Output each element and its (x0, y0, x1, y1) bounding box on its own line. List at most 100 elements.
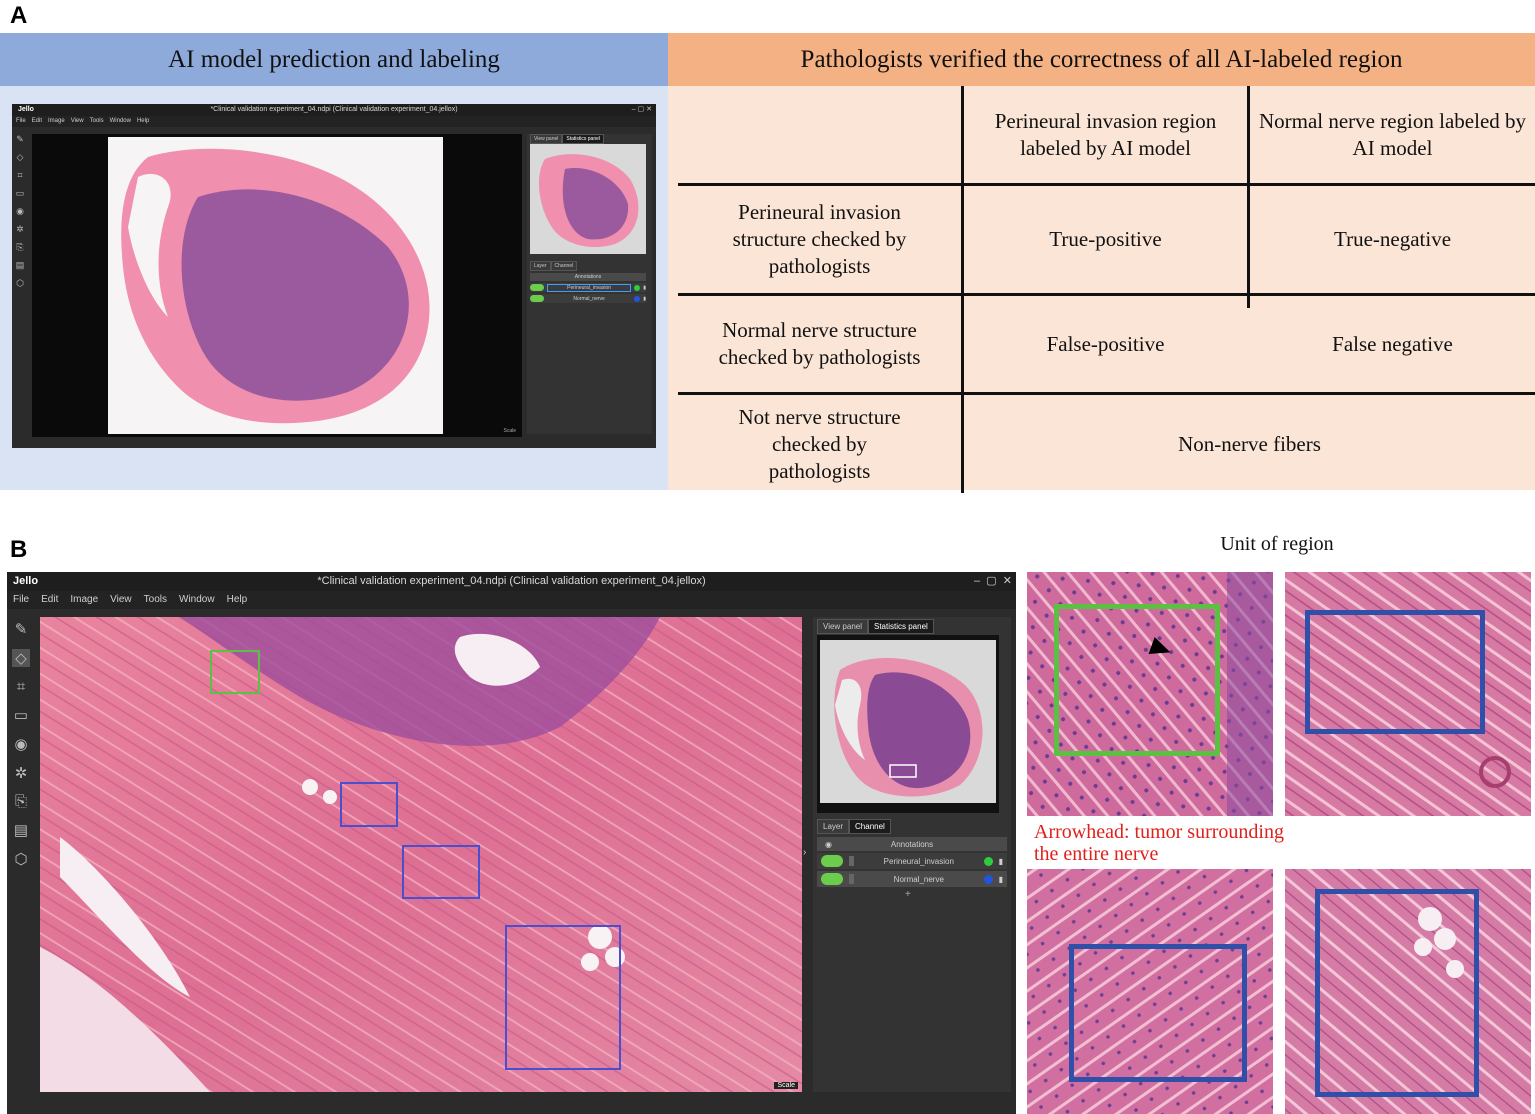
menu-view[interactable]: View (71, 116, 84, 127)
eye-icon[interactable]: ◉ (16, 206, 24, 217)
overview-thumbnail[interactable] (530, 144, 646, 254)
eye-icon[interactable]: ◉ (14, 735, 27, 753)
eraser-icon[interactable]: ◇ (17, 152, 24, 163)
layer-toggle[interactable] (530, 295, 544, 302)
menu-image[interactable]: Image (48, 116, 65, 127)
close-icon[interactable]: ✕ (646, 106, 652, 113)
trash-icon[interactable]: ▮ (999, 857, 1007, 866)
title-bar: Jello *Clinical validation experiment_04… (7, 572, 1016, 591)
scale-readout: Scale (503, 428, 516, 434)
tab-layer[interactable]: Layer (817, 819, 850, 834)
layer-name[interactable]: Perineural_invasion (860, 857, 978, 866)
menu-tools[interactable]: Tools (144, 591, 167, 609)
cube-icon[interactable]: ⬡ (16, 278, 24, 289)
menu-image[interactable]: Image (70, 591, 98, 609)
close-icon[interactable]: ✕ (1003, 575, 1012, 587)
chevron-right-icon[interactable]: › (803, 847, 806, 858)
layer-toggle[interactable] (821, 873, 843, 885)
slide-viewer[interactable]: Scale (32, 134, 522, 437)
layer-row[interactable]: Normal_nerve ▮ (817, 871, 1007, 887)
menu-window[interactable]: Window (110, 116, 131, 127)
app-logo: Jello (18, 106, 34, 113)
menu-file[interactable]: File (16, 116, 26, 127)
menu-window[interactable]: Window (179, 591, 215, 609)
restore-icon[interactable]: ▢ (638, 106, 645, 113)
layer-name[interactable]: Perineural_invasion (547, 283, 632, 292)
overview-thumbnail[interactable] (820, 640, 996, 803)
menu-view[interactable]: View (110, 591, 132, 609)
tab-statistics-panel[interactable]: Statistics panel (562, 134, 605, 144)
cell-false-negative: False negative (1332, 331, 1453, 356)
pathologist-verification-header: Pathologists verified the correctness of… (668, 33, 1535, 86)
menu-file[interactable]: File (13, 591, 29, 609)
window-controls[interactable]: – ▢ ✕ (974, 572, 1012, 591)
cube-icon[interactable]: ⬡ (14, 850, 27, 868)
pencil-icon[interactable]: ✎ (15, 620, 28, 638)
tab-view-panel[interactable]: View panel (530, 134, 563, 144)
layer-row[interactable]: Perineural_invasion ▮ (530, 283, 646, 292)
panel-tabs: View panel Statistics panel (530, 134, 605, 144)
slide-viewer[interactable]: Scale (40, 617, 802, 1092)
caption-line-1: Arrowhead: tumor surrounding (1034, 821, 1284, 843)
window-controls[interactable]: – ▢ ✕ (632, 104, 652, 116)
cell-true-positive: True-positive (1049, 227, 1162, 251)
eraser-icon[interactable]: ◇ (12, 649, 30, 667)
normal-nerve-box[interactable] (402, 845, 480, 899)
perineural-invasion-box[interactable] (210, 650, 260, 694)
layer-row[interactable]: Normal_nerve ▮ (530, 294, 646, 303)
region-tile-normal (1027, 869, 1273, 1114)
drag-handle-icon[interactable] (849, 856, 854, 866)
app-window-small: Jello *Clinical validation experiment_04… (12, 104, 656, 448)
col-header-perineural: Perineural invasion region labeled by AI… (994, 108, 1217, 160)
export-icon[interactable]: ⎘ (16, 242, 23, 253)
menu-edit[interactable]: Edit (41, 591, 58, 609)
annotations-label: Annotations (574, 274, 602, 280)
panel-b-letter: B (10, 536, 28, 563)
drag-handle-icon[interactable] (849, 874, 854, 884)
minimize-icon[interactable]: – (632, 106, 636, 113)
crop-icon[interactable]: ⌗ (17, 170, 22, 181)
menu-help[interactable]: Help (227, 591, 248, 609)
side-panel: View panel Statistics panel Layer Channe… (527, 134, 652, 434)
layer-toggle[interactable] (821, 855, 843, 867)
add-layer-button[interactable]: + (905, 889, 911, 900)
verification-table: Perineural invasion region labeled by AI… (668, 86, 1535, 493)
tab-channel[interactable]: Channel (849, 819, 891, 834)
cell-true-negative: True-negative (1333, 227, 1452, 251)
rectangle-icon[interactable]: ▭ (16, 188, 25, 199)
tab-view-panel[interactable]: View panel (817, 619, 868, 634)
settings-icon[interactable]: ✲ (15, 764, 28, 782)
restore-icon[interactable]: ▢ (986, 575, 996, 587)
window-title: *Clinical validation experiment_04.ndpi … (317, 575, 706, 587)
layer-name[interactable]: Normal_nerve (860, 875, 978, 884)
menu-help[interactable]: Help (137, 116, 149, 127)
normal-nerve-box[interactable] (340, 782, 398, 827)
layer-name[interactable]: Normal_nerve (547, 296, 631, 302)
settings-icon[interactable]: ✲ (16, 224, 24, 235)
perineural-invasion-box (1054, 604, 1220, 756)
crop-icon[interactable]: ⌗ (17, 678, 25, 695)
layer-color-dot (983, 856, 993, 866)
trash-icon[interactable]: ▮ (643, 285, 646, 291)
clipboard-icon[interactable]: ▤ (14, 821, 28, 839)
scale-readout: Scale (774, 1082, 798, 1089)
trash-icon[interactable]: ▮ (999, 875, 1007, 884)
tab-statistics-panel[interactable]: Statistics panel (868, 619, 934, 634)
trash-icon[interactable]: ▮ (643, 296, 646, 302)
tab-layer[interactable]: Layer (530, 261, 551, 271)
row-header-normal: Normal nerve structure checked by pathol… (718, 318, 921, 369)
menu-tools[interactable]: Tools (90, 116, 104, 127)
eye-icon[interactable]: ◉ (825, 840, 832, 849)
menu-edit[interactable]: Edit (32, 116, 42, 127)
panel-tabs: View panel Statistics panel (817, 619, 934, 634)
tab-channel[interactable]: Channel (550, 261, 578, 271)
layer-toggle[interactable] (530, 284, 544, 291)
normal-nerve-box[interactable] (505, 925, 621, 1070)
export-icon[interactable]: ⎘ (15, 793, 27, 810)
minimize-icon[interactable]: – (974, 575, 980, 587)
pencil-icon[interactable]: ✎ (16, 134, 24, 145)
cell-non-nerve-fibers: Non-nerve fibers (1178, 431, 1321, 456)
rectangle-icon[interactable]: ▭ (14, 706, 28, 724)
clipboard-icon[interactable]: ▤ (16, 260, 25, 271)
layer-row[interactable]: Perineural_invasion ▮ (817, 853, 1007, 869)
